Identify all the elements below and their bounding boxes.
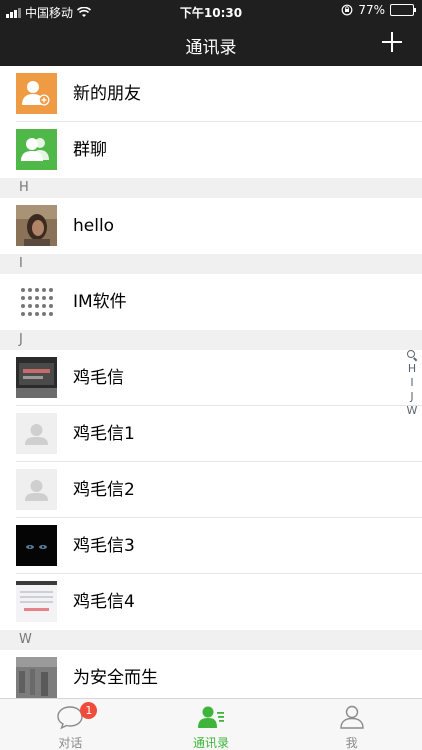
section-header-i: I	[0, 254, 422, 274]
alphabet-index[interactable]: H I J W	[405, 350, 419, 418]
contact-avatar	[16, 657, 57, 698]
contact-name: 鸡毛信1	[73, 424, 135, 444]
group-chat-item[interactable]: 群聊	[0, 122, 422, 178]
contact-name: IM软件	[73, 292, 127, 312]
index-letter-i[interactable]: I	[405, 376, 419, 390]
tab-me[interactable]: 我	[281, 699, 422, 750]
default-avatar-icon	[16, 413, 57, 454]
contact-row[interactable]: 鸡毛信	[0, 350, 422, 406]
unread-badge: 1	[80, 702, 98, 719]
contact-row[interactable]: 鸡毛信2	[0, 462, 422, 518]
contact-row[interactable]: IM软件	[0, 274, 422, 330]
tab-contacts[interactable]: 通讯录	[141, 699, 282, 750]
orientation-lock-icon	[341, 4, 353, 16]
contact-name: hello	[73, 216, 115, 236]
contacts-icon	[198, 706, 224, 728]
contact-avatar	[16, 581, 57, 622]
index-letter-j[interactable]: J	[405, 390, 419, 404]
contact-avatar	[16, 205, 57, 246]
contact-name: 鸡毛信	[73, 368, 124, 388]
add-button[interactable]	[380, 30, 404, 54]
tab-me-label: 我	[345, 736, 358, 750]
new-friends-item[interactable]: 新的朋友	[0, 66, 422, 122]
contact-row[interactable]: 为安全而生	[0, 650, 422, 698]
contact-row[interactable]: 鸡毛信1	[0, 406, 422, 462]
group-chat-icon	[16, 129, 57, 170]
page-title: 通讯录	[185, 38, 237, 58]
contact-name: 鸡毛信3	[73, 536, 135, 556]
section-header-h: H	[0, 178, 422, 198]
group-chat-label: 群聊	[73, 140, 107, 160]
top-bar: 中国移动 下午10:30 77% 通讯录	[0, 0, 422, 66]
contact-row[interactable]: 鸡毛信4	[0, 574, 422, 630]
section-header-j: J	[0, 330, 422, 350]
contacts-list[interactable]: 新的朋友 群聊 H hello I IM软件 J 鸡毛信 鸡毛信1 鸡毛信2 鸡…	[0, 66, 422, 698]
tab-chats[interactable]: 1 对话	[0, 699, 141, 750]
battery-icon	[390, 4, 416, 16]
add-friend-icon	[16, 73, 57, 114]
tab-bar: 1 对话 通讯录 我	[0, 698, 422, 750]
default-avatar-icon	[16, 469, 57, 510]
contact-name: 鸡毛信2	[73, 480, 135, 500]
contact-name: 鸡毛信4	[73, 592, 135, 612]
battery-percent: 77%	[358, 3, 385, 17]
index-letter-w[interactable]: W	[405, 404, 419, 418]
tab-chats-label: 对话	[58, 736, 83, 750]
contact-row[interactable]: hello	[0, 198, 422, 254]
index-letter-h[interactable]: H	[405, 362, 419, 376]
contact-avatar	[16, 281, 57, 322]
contact-avatar	[16, 525, 57, 566]
section-header-w: W	[0, 630, 422, 650]
search-icon[interactable]	[407, 350, 417, 360]
contact-row[interactable]: 鸡毛信3	[0, 518, 422, 574]
contact-avatar	[16, 357, 57, 398]
tab-contacts-label: 通讯录	[193, 736, 230, 750]
profile-icon	[339, 705, 364, 729]
contact-name: 为安全而生	[73, 668, 158, 688]
status-bar: 中国移动 下午10:30 77%	[0, 0, 422, 22]
new-friends-label: 新的朋友	[73, 84, 141, 104]
